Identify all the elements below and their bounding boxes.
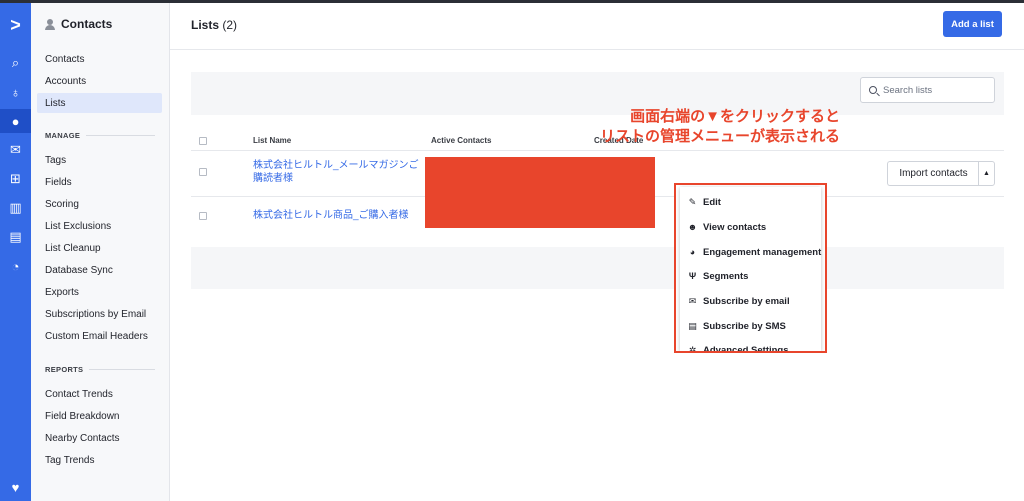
sidebar-item-field-breakdown[interactable]: Field Breakdown (37, 406, 162, 426)
website-icon[interactable]: ▤ (0, 225, 31, 249)
contacts-sidebar: Contacts Contacts Accounts Lists MANAGE … (31, 3, 170, 501)
pencil-icon: ✎ (688, 196, 697, 207)
annotation-text: 画面右端の▼をクリックすると リストの管理メニューが表示される (540, 107, 840, 147)
mail-icon[interactable]: ✉ (0, 138, 31, 162)
header-divider (170, 49, 1024, 50)
menu-item-subscribe-by-sms[interactable]: ▤ Subscribe by SMS (688, 318, 786, 334)
dropdown-panel: ✎ Edit ☻ View contacts ◕ Engagement mana… (680, 187, 821, 351)
table-row-list-name[interactable]: 株式会社ヒルトル商品_ご購入者様 (253, 209, 409, 222)
sidebar-item-tag-trends[interactable]: Tag Trends (37, 450, 162, 470)
sms-icon: ▤ (688, 320, 697, 331)
icon-rail: > ⌕ ♁ ● ✉ ⊞ ▥ ▤ ◔ ♥ (0, 3, 31, 501)
page-title-text: Lists (191, 18, 220, 32)
people-icon: ☻ (687, 222, 698, 232)
gear-icon: ✲ (688, 344, 697, 353)
logo-chevron-icon[interactable]: > (0, 13, 31, 37)
annotation-line-2: リストの管理メニューが表示される (599, 128, 840, 145)
menu-item-edit[interactable]: ✎ Edit (688, 194, 721, 210)
sidebar-item-custom-email-headers[interactable]: Custom Email Headers (37, 326, 162, 346)
table-footer-band (191, 247, 1004, 289)
list-count: (2) (222, 18, 238, 32)
envelope-icon: ✉ (688, 295, 697, 306)
import-contacts-button[interactable]: Import contacts (887, 161, 979, 186)
menu-item-label: Engagement management (703, 246, 822, 258)
column-header-active-contacts[interactable]: Active Contacts (431, 136, 491, 145)
reports-heading-label: REPORTS (45, 365, 84, 374)
sidebar-item-scoring[interactable]: Scoring (37, 194, 162, 214)
automation-icon[interactable]: ⊞ (0, 167, 31, 191)
list-actions-dropdown: ✎ Edit ☻ View contacts ◕ Engagement mana… (674, 183, 827, 353)
menu-item-label: Edit (703, 196, 721, 208)
reports-icon[interactable]: ◔ (0, 254, 31, 278)
sidebar-title: Contacts (45, 17, 112, 31)
menu-item-view-contacts[interactable]: ☻ View contacts (688, 219, 766, 235)
row-checkbox[interactable] (199, 212, 207, 220)
main-content: Lists (2) Add a list Search lists List N… (170, 3, 1024, 501)
search-input[interactable]: Search lists (860, 77, 995, 103)
manage-heading-label: MANAGE (45, 131, 81, 140)
heart-icon[interactable]: ♥ (0, 475, 31, 499)
add-list-button[interactable]: Add a list (943, 11, 1002, 37)
menu-item-label: Segments (703, 270, 749, 282)
sidebar-item-nearby-contacts[interactable]: Nearby Contacts (37, 428, 162, 448)
sidebar-item-fields[interactable]: Fields (37, 172, 162, 192)
sidebar-title-label: Contacts (61, 17, 113, 31)
menu-item-label: Subscribe by email (703, 295, 790, 307)
sidebar-item-database-sync[interactable]: Database Sync (37, 260, 162, 280)
sidebar-item-exports[interactable]: Exports (37, 282, 162, 302)
person-icon (45, 18, 55, 30)
search-placeholder: Search lists (883, 84, 933, 96)
table-header-divider (191, 150, 1004, 151)
annotation-line-1: 画面右端の▼をクリックすると (630, 108, 840, 125)
sidebar-item-list-exclusions[interactable]: List Exclusions (37, 216, 162, 236)
menu-item-label: Subscribe by SMS (703, 320, 786, 332)
sidebar-item-lists[interactable]: Lists (37, 93, 162, 113)
select-all-checkbox[interactable] (199, 137, 207, 145)
search-icon (869, 86, 877, 94)
table-row-list-name[interactable]: 株式会社ヒルトル_メールマガジンご 購読者様 (253, 159, 419, 185)
fork-icon: Ψ (688, 271, 697, 281)
menu-item-subscribe-by-email[interactable]: ✉ Subscribe by email (688, 293, 790, 309)
redaction-block (425, 157, 655, 228)
search-icon[interactable]: ⌕ (0, 51, 31, 75)
row-menu-caret-button[interactable]: ▲ (978, 161, 995, 186)
section-divider (86, 135, 155, 136)
sidebar-item-tags[interactable]: Tags (37, 150, 162, 170)
sidebar-item-contacts[interactable]: Contacts (37, 49, 162, 69)
pie-icon: ◕ (689, 247, 696, 257)
list-name-line[interactable]: 購読者様 (253, 172, 419, 185)
row-checkbox[interactable] (199, 168, 207, 176)
lightbulb-icon[interactable]: ♁ (0, 80, 31, 104)
deals-icon[interactable]: ▥ (0, 196, 31, 220)
sidebar-item-list-cleanup[interactable]: List Cleanup (37, 238, 162, 258)
reports-heading: REPORTS (45, 365, 155, 374)
section-divider (89, 369, 155, 370)
manage-heading: MANAGE (45, 131, 155, 140)
sidebar-item-contact-trends[interactable]: Contact Trends (37, 384, 162, 404)
list-name-line[interactable]: 株式会社ヒルトル_メールマガジンご (253, 159, 419, 172)
column-header-list-name[interactable]: List Name (253, 136, 291, 145)
menu-item-label: Advanced Settings (703, 344, 789, 353)
menu-item-segments[interactable]: Ψ Segments (688, 268, 749, 284)
contacts-icon[interactable]: ● (0, 109, 31, 133)
sidebar-item-subscriptions-by-email[interactable]: Subscriptions by Email (37, 304, 162, 324)
sidebar-item-accounts[interactable]: Accounts (37, 71, 162, 91)
menu-item-advanced-settings[interactable]: ✲ Advanced Settings (688, 342, 789, 353)
menu-item-label: View contacts (703, 221, 767, 233)
page-title: Lists (2) (191, 18, 237, 32)
menu-item-engagement-management[interactable]: ◕ Engagement management (688, 244, 821, 260)
